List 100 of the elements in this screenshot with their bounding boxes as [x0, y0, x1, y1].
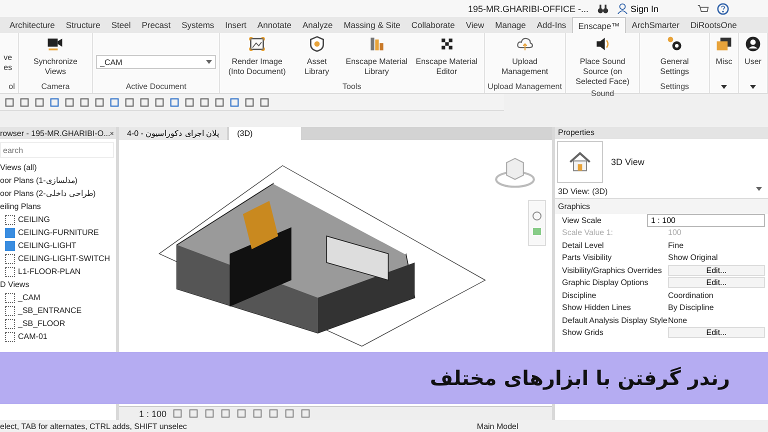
tree-item[interactable]: oor Plans (1-مدلسازی) [0, 174, 116, 187]
ribbon-button[interactable]: Upload Management [490, 33, 559, 79]
toolbar-icon[interactable] [19, 96, 30, 108]
ribbon-tab[interactable]: Annotate [252, 17, 297, 33]
tree-item[interactable]: Views (all) [0, 161, 116, 174]
ribbon-tab[interactable]: Enscape™ [572, 17, 626, 33]
view-control-icon[interactable] [188, 408, 199, 419]
toolbar-icon[interactable] [244, 96, 255, 108]
caret-icon[interactable] [750, 85, 756, 89]
property-label: Default Analysis Display Style [562, 316, 668, 325]
ribbon-button[interactable]: ve es [0, 33, 15, 75]
toolbar-icon[interactable] [199, 96, 210, 108]
document-tab[interactable]: (3D) [229, 127, 302, 140]
model-selector[interactable]: Main Model [476, 422, 518, 430]
ribbon-tab[interactable]: ArchSmarter [626, 17, 685, 33]
help-icon[interactable] [716, 2, 729, 14]
status-message: elect, TAB for alternates, CTRL adds, SHIFT unselec [0, 422, 187, 430]
property-field[interactable]: 1 : 100 [647, 214, 765, 227]
active-document-dropdown[interactable]: _CAM [96, 55, 216, 69]
tree-item[interactable]: D Views [0, 278, 116, 291]
view-control-icon[interactable] [172, 408, 183, 419]
view-control-icon[interactable] [252, 408, 263, 419]
tree-item[interactable]: CEILING-FURNITURE [18, 226, 99, 239]
caret-icon [756, 187, 762, 191]
view-control-icon[interactable] [284, 408, 295, 419]
navigation-bar[interactable] [528, 200, 546, 246]
ribbon-tab[interactable]: DiRootsOne [685, 17, 742, 33]
edit-button[interactable]: Edit... [668, 327, 765, 338]
toolbar-icon[interactable] [94, 96, 105, 108]
document-tab[interactable]: 4-0 - پلان اجرای دکوراسیون [119, 127, 228, 140]
property-label: View Scale [562, 216, 602, 225]
view-control-icon[interactable] [268, 408, 279, 419]
toolbar-icon[interactable] [4, 96, 15, 108]
view-control-icon[interactable] [220, 408, 231, 419]
caret-icon[interactable] [721, 85, 727, 89]
ribbon-button[interactable]: Place Sound Source (on Selected Face) [568, 33, 636, 89]
ribbon-tab[interactable]: Collaborate [406, 17, 460, 33]
ribbon-tab[interactable]: Analyze [296, 17, 338, 33]
ribbon-tab[interactable]: Steel [106, 17, 136, 33]
ribbon-tab[interactable]: Add-Ins [531, 17, 572, 33]
search-field[interactable]: earch [0, 142, 114, 158]
binoculars-icon[interactable] [596, 2, 609, 14]
tree-item[interactable]: CEILING-LIGHT [18, 239, 76, 252]
cart-icon[interactable] [696, 2, 709, 14]
ribbon-button[interactable]: Enscape Material Library [342, 33, 411, 79]
tree-item[interactable]: L1-FLOOR-PLAN [18, 265, 81, 278]
toolbar-icon[interactable] [109, 96, 120, 108]
ribbon-tab[interactable]: Precast [136, 17, 176, 33]
toolbar-icon[interactable] [259, 96, 270, 108]
toolbar-icon[interactable] [79, 96, 90, 108]
user-icon [616, 3, 628, 14]
view-control-icon[interactable] [300, 408, 311, 419]
cloud-upload-icon [516, 35, 534, 53]
ribbon-button[interactable]: User [742, 33, 764, 69]
toolbar-icon[interactable] [49, 96, 60, 108]
property-label: Detail Level [562, 240, 605, 250]
ribbon-button[interactable]: Render Image (Into Document) [223, 33, 292, 79]
ribbon-button[interactable]: Synchronize Views [22, 33, 90, 79]
ribbon-tab[interactable]: Architecture [4, 17, 60, 33]
toolbar-icon[interactable] [34, 96, 45, 108]
edit-button[interactable]: Edit... [668, 264, 765, 276]
tree-item[interactable]: CEILING [18, 213, 50, 226]
property-label: Visibility/Graphics Overrides [562, 266, 663, 275]
toolbar-icon[interactable] [64, 96, 75, 108]
view-scale[interactable]: 1 : 100 [139, 408, 167, 418]
toolbar-icon[interactable] [184, 96, 195, 108]
ribbon-tab[interactable]: Systems [176, 17, 220, 33]
property-label: Parts Visibility [562, 253, 613, 262]
toolbar-icon[interactable] [169, 96, 180, 108]
tree-item[interactable]: CEILING-LIGHT-SWITCH [18, 252, 110, 265]
ribbon-button[interactable]: Misc [713, 33, 735, 69]
ribbon-tab[interactable]: Massing & Site [338, 17, 406, 33]
tree-item[interactable]: CAM-01 [18, 330, 48, 343]
browser-title: rowser - 195-MR.GHARIBI-O... [0, 128, 110, 138]
ribbon-tab[interactable]: View [460, 17, 490, 33]
tree-item[interactable]: _SB_ENTRANCE [18, 304, 82, 317]
property-label: Show Grids [562, 328, 604, 338]
banner-title: رندر گرفتن با ابزارهای مختلف [430, 366, 730, 390]
view-control-icon[interactable] [204, 408, 215, 419]
tree-item[interactable]: oor Plans (2-طراحی داخلی) [0, 187, 116, 200]
edit-button[interactable]: Edit... [668, 277, 765, 288]
ribbon-button[interactable]: Asset Library [293, 33, 341, 79]
ribbon-tab[interactable]: Manage [490, 17, 532, 33]
toolbar-icon[interactable] [229, 96, 240, 108]
toolbar-icon[interactable] [214, 96, 225, 108]
ribbon-tab[interactable]: Structure [60, 17, 106, 33]
ribbon-tab[interactable]: Insert [220, 17, 252, 33]
picture-frame-icon [248, 35, 266, 53]
ribbon-group-label: Tools [342, 82, 362, 93]
toolbar-icon[interactable] [124, 96, 135, 108]
tree-item[interactable]: eiling Plans [0, 200, 116, 213]
ribbon-button[interactable]: General Settings [643, 33, 706, 79]
toolbar-icon[interactable] [139, 96, 150, 108]
ribbon-button[interactable]: Enscape Material Editor [412, 33, 481, 79]
view-control-icon[interactable] [236, 408, 247, 419]
close-icon[interactable] [110, 130, 114, 136]
tree-item[interactable]: _CAM [18, 291, 40, 304]
sign-in-button[interactable]: Sign In [616, 3, 659, 14]
toolbar-icon[interactable] [154, 96, 165, 108]
tree-item[interactable]: _SB_FLOOR [18, 317, 66, 330]
